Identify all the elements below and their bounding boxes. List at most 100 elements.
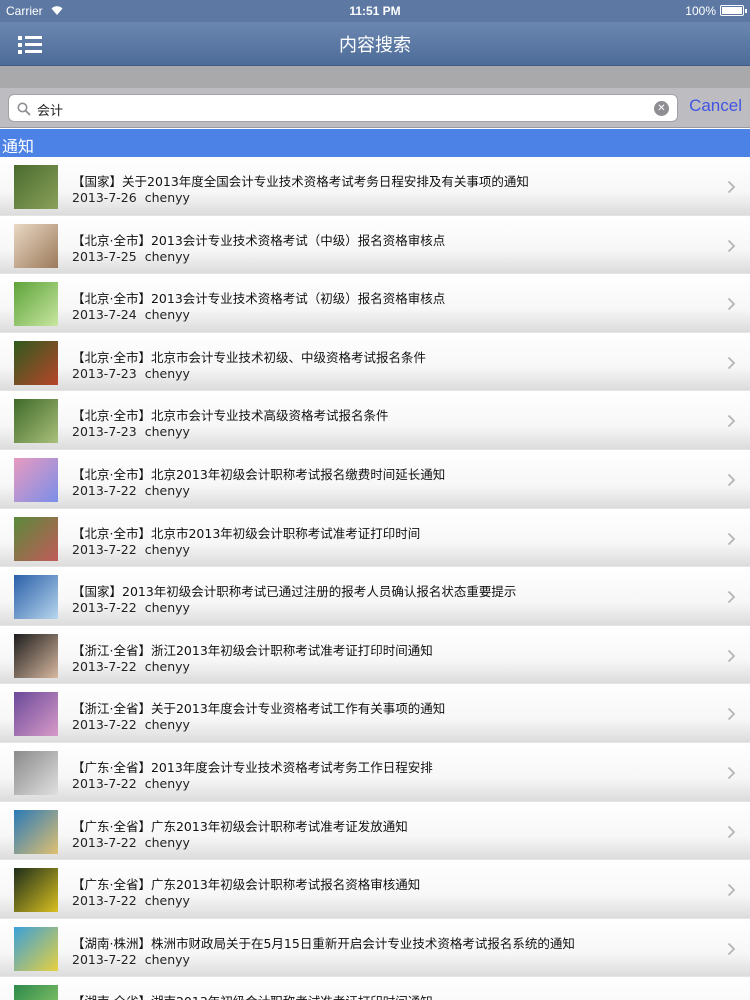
thumbnail-image: [14, 633, 58, 678]
thumbnail-image: [14, 399, 58, 444]
item-meta: 2013-7-22 chenyy: [72, 600, 190, 615]
battery-icon: [720, 5, 747, 16]
thumbnail-image: [14, 985, 58, 1000]
list-item[interactable]: 【广东·全省】广东2013年初级会计职称考试报名资格审核通知 2013-7-22 c…: [0, 860, 750, 919]
item-title: 【北京·全市】北京市会计专业技术初级、中级资格考试报名条件: [72, 349, 426, 365]
thumbnail-image: [14, 516, 58, 561]
navigation-bar: 内容搜索: [0, 22, 750, 66]
item-date: 2013-7-22: [72, 600, 137, 616]
item-meta: 2013-7-23 chenyy: [72, 366, 190, 381]
chevron-right-icon: [727, 648, 736, 662]
list-item[interactable]: 【北京·全市】2013会计专业技术资格考试（中级）报名资格审核点 2013-7-2…: [0, 215, 750, 275]
item-meta: 2013-7-22 chenyy: [72, 483, 190, 498]
item-title: 【国家】2013年初级会计职称考试已通过注册的报考人员确认报名状态重要提示: [72, 584, 517, 600]
thumbnail-image: [14, 282, 58, 327]
item-author: chenyy: [144, 834, 190, 850]
item-meta: 2013-7-22 chenyy: [72, 717, 190, 732]
item-meta: 2013-7-23 chenyy: [72, 424, 190, 439]
item-date: 2013-7-23: [72, 365, 137, 381]
item-meta: 2013-7-24 chenyy: [72, 307, 190, 322]
item-meta: 2013-7-22 chenyy: [72, 776, 190, 791]
item-date: 2013-7-25: [72, 248, 137, 264]
item-author: chenyy: [144, 541, 190, 557]
item-title: 【北京·全市】北京市会计专业技术高级资格考试报名条件: [72, 408, 389, 424]
chevron-right-icon: [727, 413, 736, 428]
list-item[interactable]: 【国家】关于2013年度全国会计专业技术资格考试考务日程安排及有关事项的通知 20…: [0, 157, 750, 216]
list-item[interactable]: 【广东·全省】2013年度会计专业技术资格考试考务工作日程安排 2013-7-22…: [0, 742, 750, 802]
clear-icon[interactable]: ✕: [654, 101, 669, 116]
item-title: 【广东·全省】2013年度会计专业技术资格考试考务工作日程安排: [72, 759, 433, 775]
item-meta: 2013-7-25 chenyy: [72, 249, 190, 264]
item-date: 2013-7-22: [72, 775, 137, 791]
list-item[interactable]: 【北京·全市】北京市2013年初级会计职称考试准考证打印时间 2013-7-22 c…: [0, 508, 750, 568]
item-author: chenyy: [144, 893, 190, 909]
item-meta: 2013-7-22 chenyy: [72, 893, 190, 908]
chevron-right-icon: [727, 472, 736, 487]
chevron-right-icon: [727, 355, 736, 369]
chevron-right-icon: [727, 296, 736, 311]
item-meta: 2013-7-26 chenyy: [72, 190, 190, 205]
item-author: chenyy: [144, 717, 190, 733]
thumbnail-image: [14, 223, 58, 268]
list-item[interactable]: 【北京·全市】北京市会计专业技术高级资格考试报名条件 2013-7-23 cheny…: [0, 391, 750, 450]
item-date: 2013-7-23: [72, 424, 137, 440]
page-title: 内容搜索: [339, 35, 411, 56]
thumbnail-image: [14, 575, 58, 620]
item-title: 【浙江·全省】浙江2013年初级会计职称考试准考证打印时间通知: [72, 642, 433, 658]
item-date: 2013-7-26: [72, 190, 137, 205]
item-title: 【浙江·全省】关于2013年度会计专业资格考试工作有关事项的通知: [72, 701, 446, 717]
list-item[interactable]: 【北京·全市】北京2013年初级会计职称考试报名缴费时间延长通知 2013-7-2…: [0, 449, 750, 509]
search-bar: 会计 ✕ Cancel: [0, 88, 750, 128]
list-item[interactable]: 【湖南·株洲】株洲市财政局关于在5月15日重新开启会计专业技术资格考试报名系统的…: [0, 918, 750, 978]
chevron-right-icon: [727, 238, 736, 252]
list-item[interactable]: 【北京·全市】北京市会计专业技术初级、中级资格考试报名条件 2013-7-23 ch…: [0, 332, 750, 392]
chevron-right-icon: [727, 765, 736, 780]
list-item[interactable]: 【浙江·全省】关于2013年度会计专业资格考试工作有关事项的通知 2013-7-2…: [0, 684, 750, 743]
search-query: 会计: [37, 104, 64, 119]
result-list: 【国家】关于2013年度全国会计专业技术资格考试考务日程安排及有关事项的通知 20…: [0, 157, 750, 1000]
battery-percent: 100%: [685, 4, 716, 18]
search-input[interactable]: 会计 ✕: [8, 94, 678, 122]
status-time: 11:51 PM: [349, 4, 401, 18]
item-author: chenyy: [144, 951, 190, 967]
item-author: chenyy: [144, 775, 190, 791]
item-date: 2013-7-22: [72, 541, 137, 557]
cancel-button[interactable]: Cancel: [689, 96, 742, 116]
item-author: chenyy: [144, 248, 190, 264]
item-date: 2013-7-22: [72, 893, 137, 909]
item-title: 【国家】关于2013年度全国会计专业技术资格考试考务日程安排及有关事项的通知: [72, 174, 529, 189]
item-date: 2013-7-22: [72, 658, 137, 674]
item-author: chenyy: [144, 365, 190, 381]
chevron-right-icon: [727, 882, 736, 897]
chevron-right-icon: [727, 824, 736, 838]
item-author: chenyy: [144, 658, 190, 674]
divider-band: [0, 66, 750, 88]
list-item[interactable]: 【广东·全省】广东2013年初级会计职称考试准考证发放通知 2013-7-22 ch…: [0, 801, 750, 861]
item-date: 2013-7-22: [72, 482, 137, 498]
chevron-right-icon: [727, 531, 736, 545]
list-item[interactable]: 【北京·全市】2013会计专业技术资格考试（初级）报名资格审核点 2013-7-2…: [0, 274, 750, 333]
thumbnail-image: [14, 340, 58, 385]
chevron-right-icon: [727, 941, 736, 955]
item-date: 2013-7-22: [72, 951, 137, 967]
item-date: 2013-7-22: [72, 717, 137, 733]
thumbnail-image: [14, 750, 58, 795]
list-item[interactable]: 【国家】2013年初级会计职称考试已通过注册的报考人员确认报名状态重要提示 201…: [0, 567, 750, 626]
chevron-right-icon: [727, 179, 736, 194]
item-title: 【北京·全市】北京市2013年初级会计职称考试准考证打印时间: [72, 525, 421, 541]
item-meta: 2013-7-22 chenyy: [72, 542, 190, 557]
list-item[interactable]: 【浙江·全省】浙江2013年初级会计职称考试准考证打印时间通知 2013-7-22…: [0, 625, 750, 685]
item-date: 2013-7-24: [72, 307, 137, 323]
item-title: 【北京·全市】2013会计专业技术资格考试（中级）报名资格审核点: [72, 232, 446, 248]
item-author: chenyy: [144, 600, 190, 616]
item-meta: 2013-7-22 chenyy: [72, 659, 190, 674]
item-meta: 2013-7-22 chenyy: [72, 952, 190, 967]
item-title: 【北京·全市】北京2013年初级会计职称考试报名缴费时间延长通知: [72, 466, 446, 482]
chevron-right-icon: [727, 706, 736, 721]
thumbnail-image: [14, 165, 58, 209]
item-title: 【广东·全省】广东2013年初级会计职称考试准考证发放通知: [72, 818, 408, 834]
section-header: 通知: [0, 129, 750, 157]
item-author: chenyy: [144, 424, 190, 440]
list-item[interactable]: 【湖南·全省】湖南2013年初级会计职称考试准考证打印时间通知: [0, 977, 750, 1000]
thumbnail-image: [14, 926, 58, 971]
